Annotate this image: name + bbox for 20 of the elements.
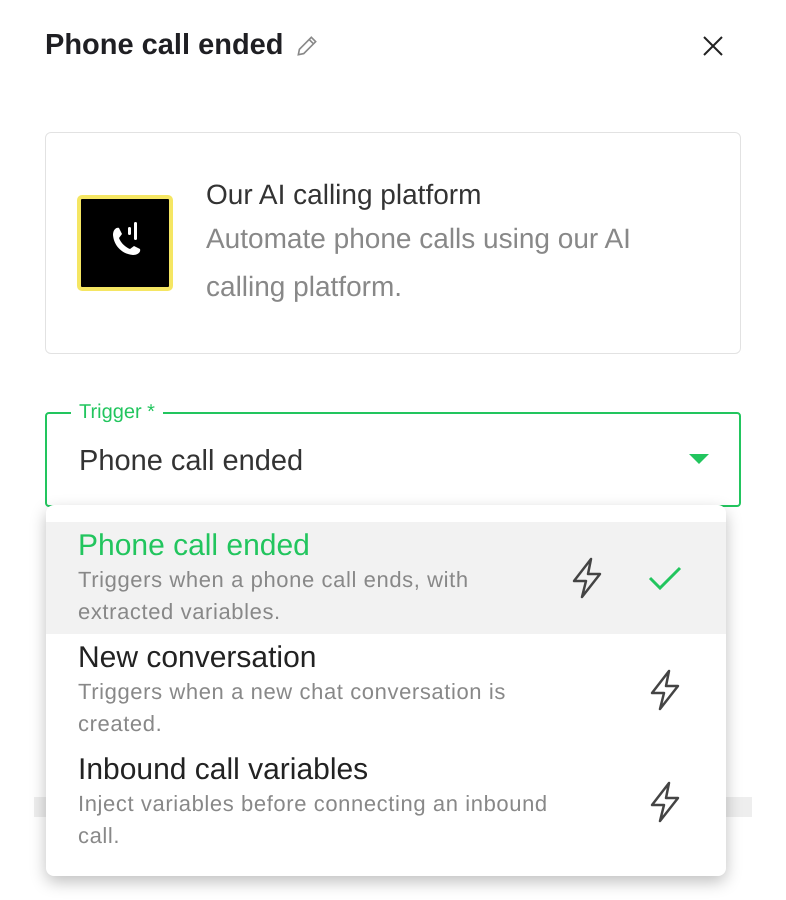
option-title: Phone call ended — [78, 528, 311, 564]
checkmark-icon — [648, 565, 682, 591]
trigger-value: Phone call ended — [79, 444, 304, 480]
option-title: New conversation — [78, 640, 318, 676]
lightning-icon — [648, 781, 682, 823]
lightning-icon — [648, 669, 682, 711]
trigger-label: Trigger * — [71, 400, 163, 422]
option-description: Triggers when a phone call ends, with extracted variables. — [78, 566, 470, 626]
close-icon[interactable] — [702, 34, 724, 57]
trigger-option[interactable]: Inbound call variables Inject variables before connecting an inbound call. — [46, 746, 726, 858]
option-description: Triggers when a new chat conversation is created. — [78, 678, 507, 738]
panel-title: Phone call ended — [45, 28, 284, 63]
option-description: Inject variables before connecting an inbound call. — [78, 790, 549, 850]
card-description: Automate phone calls using our AI calling platform. — [206, 222, 632, 304]
lightning-icon — [570, 557, 604, 599]
card-title: Our AI calling platform — [206, 178, 482, 212]
option-title: Inbound call variables — [78, 752, 370, 788]
phone-icon — [77, 194, 173, 290]
trigger-option[interactable]: New conversation Triggers when a new chat conversation is created. — [46, 634, 726, 746]
caret-icon — [689, 454, 709, 464]
